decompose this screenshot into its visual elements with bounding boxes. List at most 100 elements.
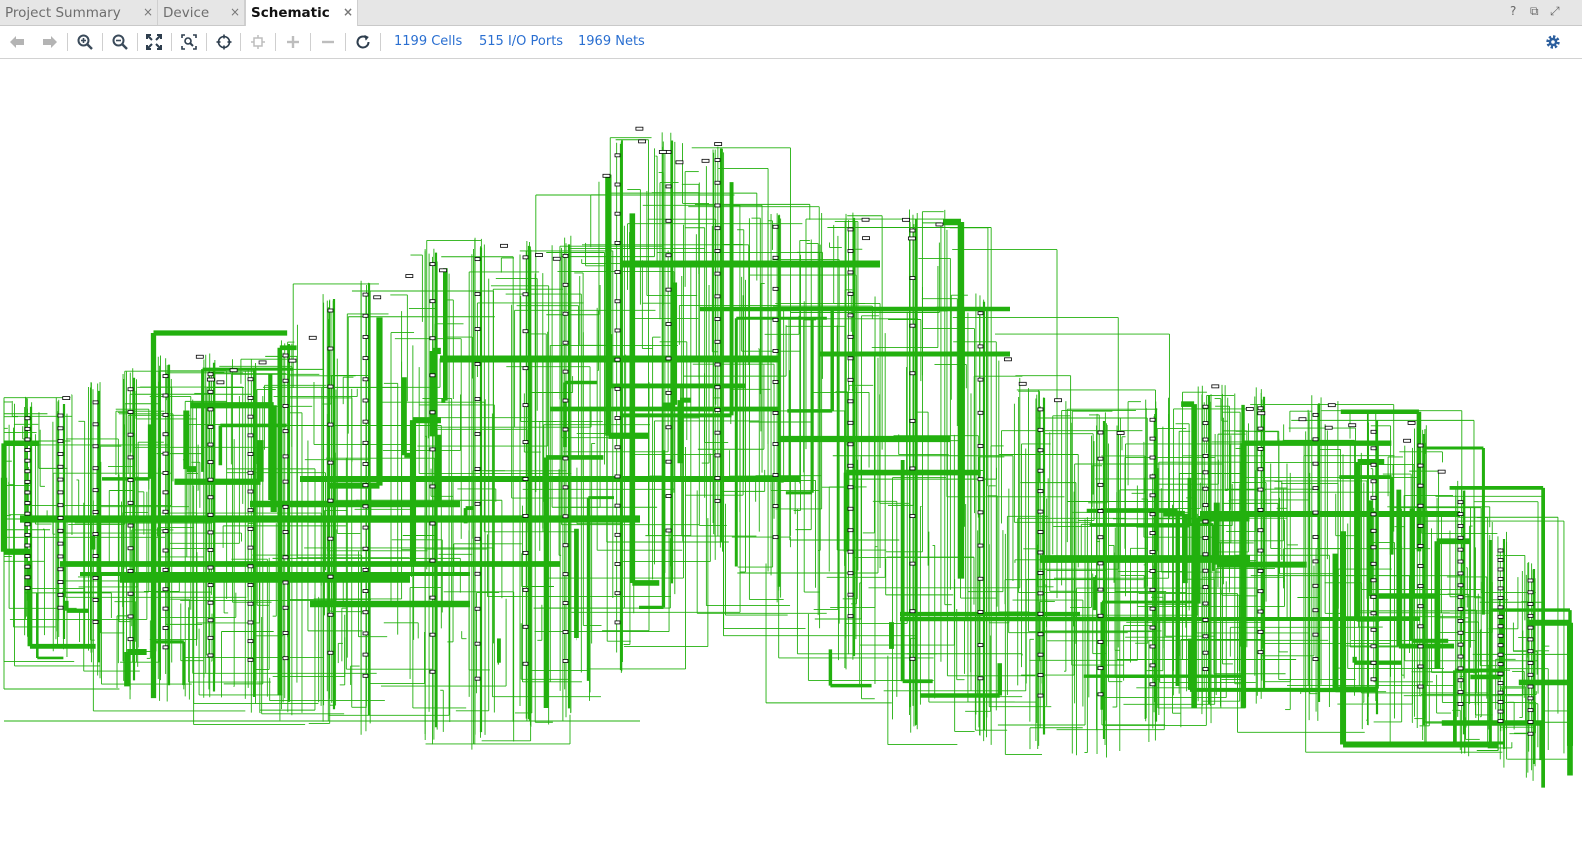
cell-pin[interactable] <box>247 601 254 606</box>
io-port[interactable] <box>500 243 508 248</box>
cell-pin[interactable] <box>57 413 64 418</box>
cell-pin[interactable] <box>1497 567 1504 572</box>
io-port[interactable] <box>675 160 684 165</box>
cell-pin[interactable] <box>847 399 854 404</box>
cell-pin[interactable] <box>909 466 916 471</box>
cell-pin[interactable] <box>522 329 529 334</box>
cell-pin[interactable] <box>847 249 854 253</box>
cell-pin[interactable] <box>847 291 854 296</box>
cell-pin[interactable] <box>522 255 529 260</box>
cell-pin[interactable] <box>1497 558 1504 562</box>
cell-pin[interactable] <box>847 334 854 339</box>
cell-pin[interactable] <box>847 485 854 490</box>
cell-pin[interactable] <box>24 448 31 452</box>
cell-pin[interactable] <box>474 571 481 576</box>
cell-pin[interactable] <box>57 452 64 456</box>
cell-pin[interactable] <box>207 600 214 605</box>
cell-pin[interactable] <box>977 576 984 581</box>
cell-pin[interactable] <box>909 609 916 614</box>
cell-pin[interactable] <box>1097 640 1104 644</box>
cell-pin[interactable] <box>474 292 481 296</box>
cell-pin[interactable] <box>207 653 214 658</box>
cell-pin[interactable] <box>1527 590 1534 595</box>
cell-pin[interactable] <box>1417 604 1424 609</box>
cell-pin[interactable] <box>1417 564 1424 568</box>
cell-pin[interactable] <box>282 429 289 434</box>
cell-pin[interactable] <box>977 543 984 548</box>
cell-pin[interactable] <box>429 521 436 526</box>
cell-pin[interactable] <box>1457 512 1464 516</box>
io-port[interactable] <box>1348 423 1357 428</box>
io-port[interactable] <box>405 274 414 278</box>
cell-pin[interactable] <box>977 643 984 648</box>
cell-pin[interactable] <box>207 407 214 412</box>
cell-pin[interactable] <box>562 572 569 577</box>
cell-pin[interactable] <box>127 546 134 551</box>
cell-pin[interactable] <box>1527 649 1534 654</box>
io-port[interactable] <box>602 173 611 178</box>
cell-pin[interactable] <box>847 227 854 232</box>
cell-pin[interactable] <box>57 554 64 559</box>
help-icon[interactable]: ? <box>1510 4 1516 18</box>
cell-pin[interactable] <box>909 276 916 280</box>
cell-pin[interactable] <box>562 630 569 634</box>
cell-pin[interactable] <box>57 490 64 495</box>
cell-pin[interactable] <box>92 510 99 515</box>
cell-pin[interactable] <box>474 641 481 646</box>
cell-pin[interactable] <box>909 228 916 233</box>
cell-pin[interactable] <box>282 378 289 383</box>
cell-pin[interactable] <box>847 506 854 511</box>
cell-pin[interactable] <box>1370 594 1377 599</box>
cell-pin[interactable] <box>714 339 721 344</box>
io-port[interactable] <box>861 217 870 222</box>
cell-pin[interactable] <box>665 356 672 361</box>
cell-pin[interactable] <box>1417 443 1424 448</box>
cell-pin[interactable] <box>1097 456 1104 461</box>
cell-pin[interactable] <box>665 218 672 223</box>
cell-pin[interactable] <box>977 410 984 415</box>
cell-pin[interactable] <box>1417 644 1424 649</box>
expand-plus-icon[interactable] <box>282 32 304 52</box>
cell-pin[interactable] <box>247 657 254 662</box>
cell-pin[interactable] <box>1527 708 1534 713</box>
cell-pin[interactable] <box>1257 487 1264 492</box>
cell-pin[interactable] <box>362 568 369 572</box>
cell-pin[interactable] <box>1457 618 1464 623</box>
cell-pin[interactable] <box>1370 446 1377 451</box>
cell-pin[interactable] <box>57 580 64 584</box>
cell-pin[interactable] <box>1149 587 1156 592</box>
cell-pin[interactable] <box>362 652 369 657</box>
cell-pin[interactable] <box>24 511 31 516</box>
cell-pin[interactable] <box>247 433 254 438</box>
cell-pin[interactable] <box>1457 678 1464 683</box>
cell-pin[interactable] <box>207 425 214 429</box>
cell-pin[interactable] <box>162 374 169 379</box>
cell-pin[interactable] <box>362 546 369 551</box>
cell-pin[interactable] <box>24 501 31 505</box>
io-port[interactable] <box>1324 425 1333 430</box>
cell-pin[interactable] <box>847 356 854 361</box>
cell-pin[interactable] <box>665 390 672 395</box>
cell-pin[interactable] <box>1527 720 1534 724</box>
cell-pin[interactable] <box>1497 709 1504 714</box>
cell-pin[interactable] <box>562 340 569 345</box>
cell-pin[interactable] <box>1370 644 1377 649</box>
cell-pin[interactable] <box>362 589 369 593</box>
maximize-icon[interactable]: ⤢ <box>1550 4 1560 19</box>
io-port[interactable] <box>1116 431 1125 435</box>
schematic-diagram[interactable] <box>0 59 1582 858</box>
cell-pin[interactable] <box>614 270 621 274</box>
cell-pin[interactable] <box>247 470 254 475</box>
tab-project-summary[interactable]: Project Summary × <box>0 0 158 25</box>
cell-pin[interactable] <box>1257 528 1264 533</box>
cell-pin[interactable] <box>247 564 254 569</box>
cell-pin[interactable] <box>24 426 31 431</box>
cell-pin[interactable] <box>162 490 169 495</box>
cell-pin[interactable] <box>207 442 214 447</box>
cell-pin[interactable] <box>57 477 64 482</box>
cell-pin[interactable] <box>1202 486 1209 491</box>
cell-pin[interactable] <box>24 437 31 442</box>
cell-pin[interactable] <box>1370 627 1377 632</box>
io-port[interactable] <box>701 158 710 163</box>
cell-pin[interactable] <box>1527 637 1534 642</box>
